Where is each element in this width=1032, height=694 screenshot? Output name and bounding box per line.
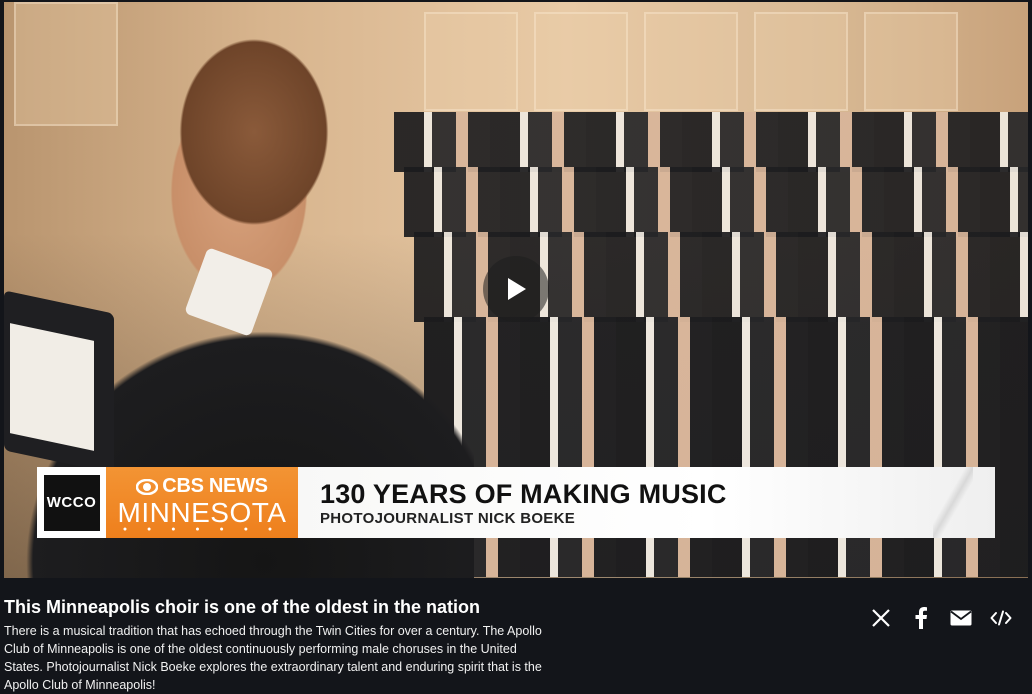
x-icon: [872, 609, 890, 627]
email-icon: [950, 610, 972, 626]
share-embed-button[interactable]: [990, 606, 1012, 630]
video-description: There is a musical tradition that has ec…: [4, 624, 542, 692]
share-email-button[interactable]: [950, 606, 972, 630]
wall-panel: [754, 12, 848, 111]
facebook-icon: [915, 607, 927, 629]
brand-dots-decoration: ● ● ● ● ● ● ●: [122, 526, 282, 533]
video-title: This Minneapolis choir is one of the old…: [4, 597, 481, 617]
sheet-music: [10, 323, 94, 451]
play-button[interactable]: [483, 256, 549, 322]
wall-panel: [644, 12, 738, 111]
share-bar: [870, 606, 1012, 630]
wall-panel: [534, 12, 628, 111]
choir-row: [394, 112, 1028, 172]
share-facebook-button[interactable]: [910, 606, 932, 630]
share-x-button[interactable]: [870, 606, 892, 630]
network-logo: CBS NEWS MINNESOTA ● ● ● ● ● ● ●: [106, 467, 298, 538]
network-name-top: CBS NEWS: [162, 475, 268, 497]
banner-headline: 130 YEARS OF MAKING MUSIC: [320, 479, 727, 509]
station-logo-box: WCCO: [37, 467, 106, 538]
embed-icon: [990, 610, 1012, 626]
banner-subhead: PHOTOJOURNALIST NICK BOEKE: [320, 510, 576, 527]
station-logo: WCCO: [43, 474, 100, 531]
cbs-eye-icon: [136, 478, 159, 495]
lower-third-banner: WCCO CBS NEWS MINNESOTA ● ● ● ● ● ● ● 13…: [37, 467, 995, 538]
wall-panel: [864, 12, 958, 111]
choir-row: [424, 317, 1028, 577]
video-player[interactable]: WCCO CBS NEWS MINNESOTA ● ● ● ● ● ● ● 13…: [4, 2, 1028, 578]
network-name-bottom: MINNESOTA: [117, 497, 287, 528]
banner-decoration: [933, 467, 973, 538]
play-icon: [508, 278, 526, 300]
choir-row: [404, 167, 1028, 237]
